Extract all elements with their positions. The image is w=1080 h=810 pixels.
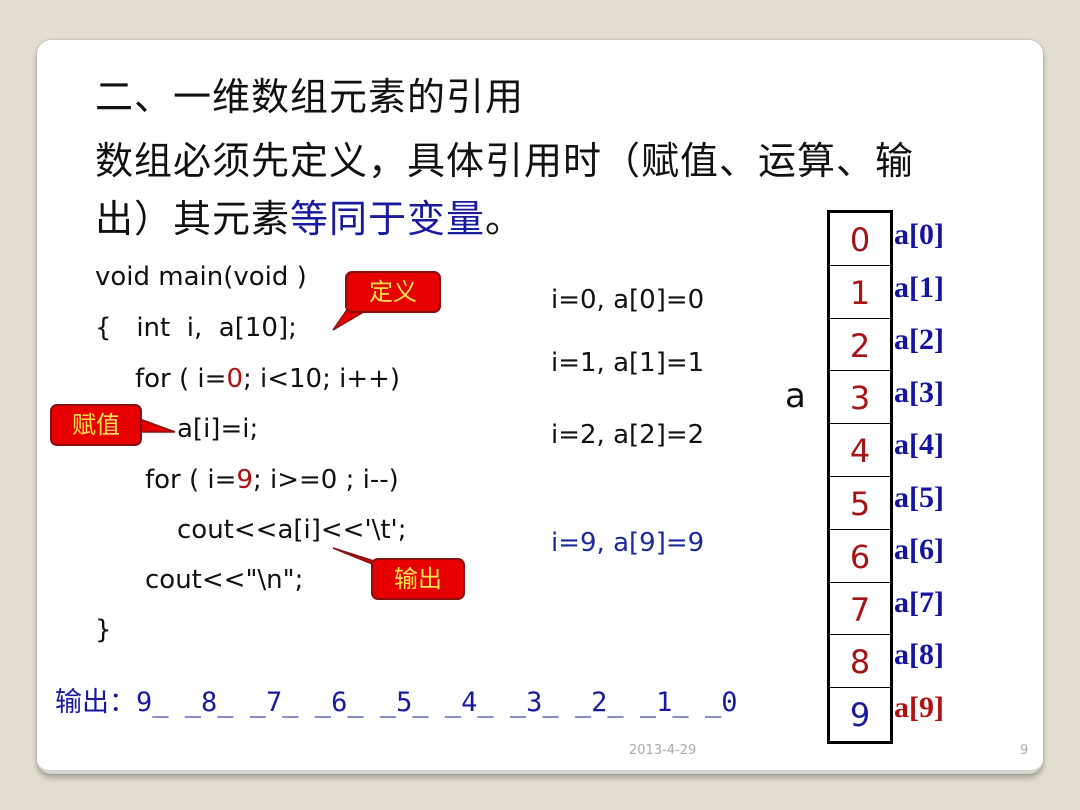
array-index-5: a[5] [894,481,944,514]
trace-line-1: i=1, a[1]=1 [551,348,705,378]
array-cell-5: 5 [830,477,890,530]
array-cell-6: 6 [830,530,890,583]
array-cell-1: 1 [830,266,890,319]
footer-date: 2013-4-29 [629,743,697,758]
array-cell-4: 4 [830,424,890,477]
array-index-3: a[3] [894,376,944,409]
array-cell-8: 8 [830,635,890,689]
array-index-1: a[1] [894,271,944,304]
array-cell-0: 0 [830,213,890,266]
callout-output: 输出 [371,558,465,600]
page-number: 9 [1020,743,1029,758]
output-value: 9_ _8_ _7_ _6_ _5_ _4_ _3_ _2_ _1_ _0 [136,687,738,718]
array-cell-7: 7 [830,583,890,636]
array-index-2: a[2] [894,323,944,356]
array-index-6: a[6] [894,533,944,566]
slide: 二、一维数组元素的引用 数组必须先定义，具体引用时（赋值、运算、输 出）其元素等… [37,40,1043,774]
assign-pointer [136,416,176,433]
array-cell-3: 3 [830,371,890,425]
array-index-7: a[7] [894,586,944,619]
trace-line-2: i=2, a[2]=2 [551,420,705,450]
trace-line-9: i=9, a[9]=9 [551,528,705,558]
program-output: 输出：9_ _8_ _7_ _6_ _5_ _4_ _3_ _2_ _1_ _0 [55,680,737,719]
output-label: 输出： [55,687,136,718]
array-index-4: a[4] [894,428,944,461]
array-cell-2: 2 [830,319,890,372]
callout-define: 定义 [345,271,441,313]
array-cell-9: 9 [849,696,871,735]
array-diagram: 0 1 2 3 4 5 6 7 8 9 [827,210,893,744]
trace-line-0: i=0, a[0]=0 [551,285,705,315]
array-index-9: a[9] [894,691,944,724]
array-name: a [785,376,806,416]
array-index-0: a[0] [894,218,944,251]
array-index-8: a[8] [894,638,944,671]
callout-assign: 赋值 [50,404,142,446]
